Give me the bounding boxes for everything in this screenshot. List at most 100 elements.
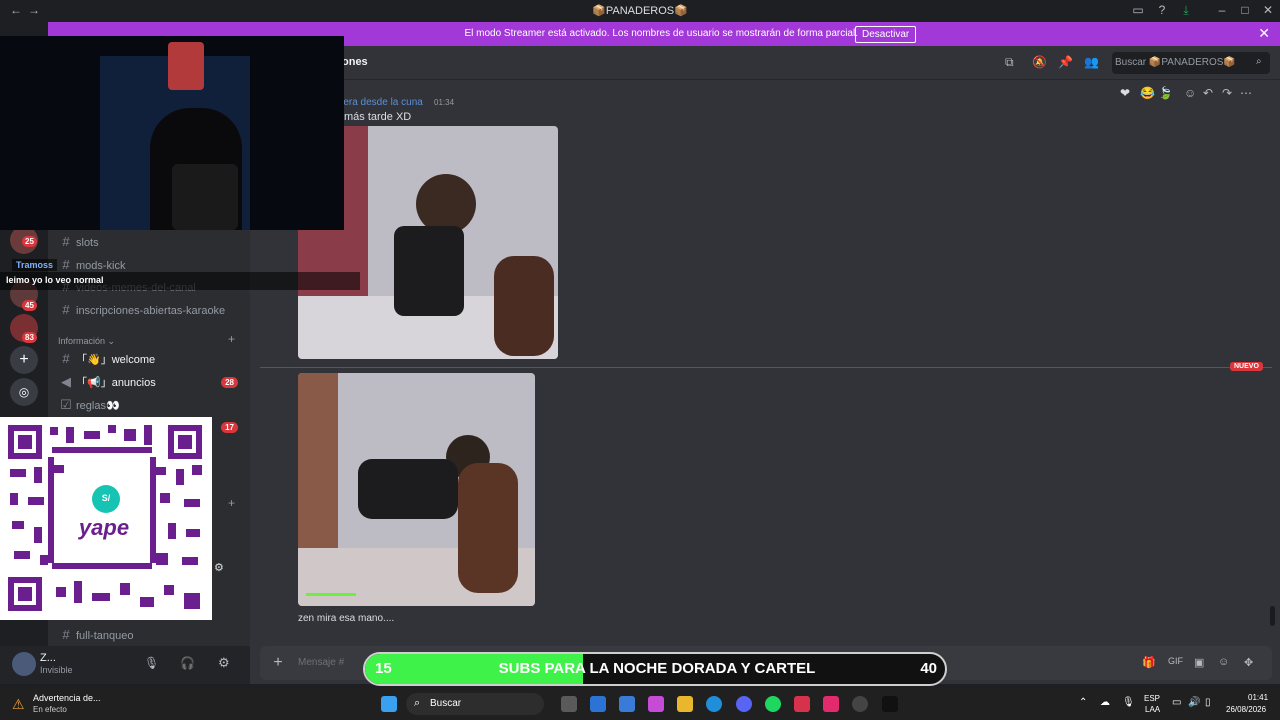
discover-icon[interactable]: ◎ bbox=[10, 378, 38, 406]
add-server-icon[interactable]: + bbox=[10, 346, 38, 374]
webcam-overlay bbox=[0, 36, 344, 230]
help-icon[interactable]: ? bbox=[1154, 3, 1170, 17]
obs-icon[interactable] bbox=[852, 696, 868, 712]
lang-line2: LAA bbox=[1145, 705, 1161, 714]
channel-title: ones bbox=[342, 56, 368, 68]
microphone-icon[interactable]: 🎙 bbox=[144, 656, 159, 670]
hash-icon: # bbox=[62, 351, 70, 366]
threads-icon[interactable]: ⧉ bbox=[1005, 55, 1014, 70]
settings-gear-icon[interactable]: ⚙ bbox=[218, 655, 230, 671]
reaction-custom-icon[interactable]: 🍃 bbox=[1158, 86, 1173, 100]
volume-icon[interactable]: 🔊 bbox=[1188, 697, 1200, 708]
inbox-icon[interactable]: ▭ bbox=[1130, 3, 1146, 17]
apps-icon[interactable]: ✥ bbox=[1244, 656, 1253, 669]
overlay-chat-username: Tramoss bbox=[12, 259, 58, 271]
user-panel: Z... Invisible 🎙 🎧 ⚙ bbox=[0, 646, 250, 684]
user-status: Invisible bbox=[40, 665, 73, 675]
message-input[interactable]: Mensaje # bbox=[298, 657, 344, 668]
add-channel-icon[interactable]: + bbox=[228, 332, 235, 346]
channel-anuncios[interactable]: ◀ 「📢」anuncios bbox=[56, 371, 246, 393]
search-input[interactable]: Buscar 📦PANADEROS📦 bbox=[1112, 52, 1270, 74]
forward-icon[interactable]: ↷ bbox=[1222, 86, 1232, 100]
channel-item[interactable]: # slots bbox=[56, 231, 246, 253]
clock-time[interactable]: 01:41 bbox=[1248, 693, 1268, 702]
skull-shirt bbox=[172, 164, 238, 230]
reaction-laugh-icon[interactable]: 😂 bbox=[1140, 86, 1155, 100]
notification-title[interactable]: Advertencia de... bbox=[33, 693, 101, 703]
rules-icon: ☑ bbox=[60, 397, 72, 412]
headset-icon[interactable]: 🎧 bbox=[180, 656, 195, 670]
channel-welcome[interactable]: # 「👋」welcome bbox=[56, 348, 246, 370]
file-explorer-icon[interactable] bbox=[677, 696, 693, 712]
members-icon[interactable]: 👥 bbox=[1084, 55, 1099, 69]
channel-header: ones ⧉ 🔕 📌 👥 Buscar 📦PANADEROS📦 ⌕ bbox=[250, 46, 1280, 80]
maximize-icon[interactable]: □ bbox=[1237, 3, 1253, 17]
discord-icon[interactable] bbox=[736, 696, 752, 712]
yape-symbol: S/ bbox=[101, 493, 111, 503]
channel-full-tanqueo[interactable]: # full-tanqueo bbox=[56, 624, 246, 646]
channel-reglas[interactable]: ☑ reglas👀 bbox=[56, 394, 246, 416]
tiktok-icon[interactable] bbox=[882, 696, 898, 712]
new-badge: NUEVO bbox=[1230, 362, 1263, 371]
pin-icon[interactable]: 📌 bbox=[1058, 55, 1073, 69]
add-reaction-icon[interactable]: ☺ bbox=[1184, 86, 1196, 100]
spotify-icon[interactable] bbox=[765, 696, 781, 712]
windows-taskbar: ⚠ Advertencia de... En efecto ⌕ Buscar ⌃… bbox=[0, 688, 1280, 720]
reply-icon[interactable]: ↶ bbox=[1203, 86, 1213, 100]
search-icon: ⌕ bbox=[414, 697, 421, 709]
chat-area: ones ⧉ 🔕 📌 👥 Buscar 📦PANADEROS📦 ⌕ rera d… bbox=[250, 46, 1280, 684]
banner-close-icon[interactable]: ✕ bbox=[1258, 25, 1270, 42]
task-view-icon[interactable] bbox=[561, 696, 577, 712]
more-options-icon[interactable]: ⋯ bbox=[1240, 86, 1252, 100]
deactivate-button[interactable]: Desactivar bbox=[855, 26, 917, 43]
close-window-icon[interactable]: ✕ bbox=[1260, 3, 1276, 17]
app-icon[interactable] bbox=[794, 696, 810, 712]
category-informacion[interactable]: Información ⌄ bbox=[58, 336, 115, 347]
overlay-chat-message: leimo yo lo veo normal bbox=[6, 275, 104, 285]
message-text: zen mira esa mano.... bbox=[298, 613, 395, 624]
copilot-icon[interactable] bbox=[648, 696, 664, 712]
edge-icon[interactable] bbox=[706, 696, 722, 712]
username: Z... bbox=[40, 652, 56, 664]
channel-item[interactable]: # inscripciones-abiertas-karaoke bbox=[56, 299, 246, 321]
scrollbar[interactable] bbox=[1270, 606, 1275, 626]
invite-icon[interactable]: ⚙ bbox=[214, 561, 224, 574]
reaction-heart-icon[interactable]: ❤ bbox=[1120, 86, 1130, 100]
emoji-icon[interactable]: ☺ bbox=[1218, 656, 1229, 668]
lang-line1[interactable]: ESP bbox=[1144, 694, 1160, 703]
warning-icon[interactable]: ⚠ bbox=[12, 696, 25, 713]
window-title: 📦PANADEROS📦 bbox=[592, 5, 688, 17]
windows-start-icon[interactable] bbox=[381, 696, 397, 712]
store-icon[interactable] bbox=[619, 696, 635, 712]
attach-plus-icon[interactable]: + bbox=[268, 653, 288, 673]
message-author[interactable]: rera desde la cuna bbox=[340, 97, 423, 108]
clock-date: 26/08/2026 bbox=[1226, 705, 1267, 714]
notes-app-icon[interactable] bbox=[590, 696, 606, 712]
message-text: más tarde XD bbox=[344, 111, 412, 123]
taskbar-search[interactable]: ⌕ Buscar bbox=[406, 693, 544, 715]
tray-expand-icon[interactable]: ⌃ bbox=[1079, 697, 1087, 708]
add-channel-icon[interactable]: + bbox=[228, 496, 235, 510]
megaphone-icon: ◀ bbox=[61, 374, 71, 389]
video-attachment[interactable] bbox=[298, 373, 535, 606]
sticker-icon[interactable]: ▣ bbox=[1194, 656, 1204, 669]
gift-icon[interactable]: 🎁 bbox=[1142, 656, 1156, 669]
onedrive-icon[interactable]: ☁ bbox=[1100, 697, 1110, 708]
search-icon: ⌕ bbox=[1256, 56, 1262, 67]
subs-goal: 40 bbox=[920, 660, 937, 677]
gif-icon[interactable]: GIF bbox=[1168, 656, 1183, 666]
subs-text: SUBS PARA LA NOCHE DORADA Y CARTEL bbox=[498, 660, 816, 677]
mic-tray-icon[interactable]: 🎙 bbox=[1122, 697, 1135, 708]
avatar[interactable] bbox=[12, 652, 36, 676]
network-icon[interactable]: ▭ bbox=[1172, 697, 1181, 708]
download-icon[interactable]: ⤓ bbox=[1178, 3, 1194, 18]
yape-brand: yape bbox=[78, 515, 130, 540]
subs-goal-bar: 15 SUBS PARA LA NOCHE DORADA Y CARTEL 40 bbox=[363, 652, 947, 686]
hash-icon: # bbox=[62, 234, 70, 249]
notifications-muted-icon[interactable]: 🔕 bbox=[1032, 55, 1047, 69]
battery-icon[interactable]: ▯ bbox=[1205, 697, 1211, 708]
minimize-icon[interactable]: – bbox=[1214, 3, 1230, 17]
tiktok-live-icon[interactable] bbox=[823, 696, 839, 712]
unread-badge: 17 bbox=[221, 422, 238, 433]
server-badge: 45 bbox=[22, 300, 37, 311]
